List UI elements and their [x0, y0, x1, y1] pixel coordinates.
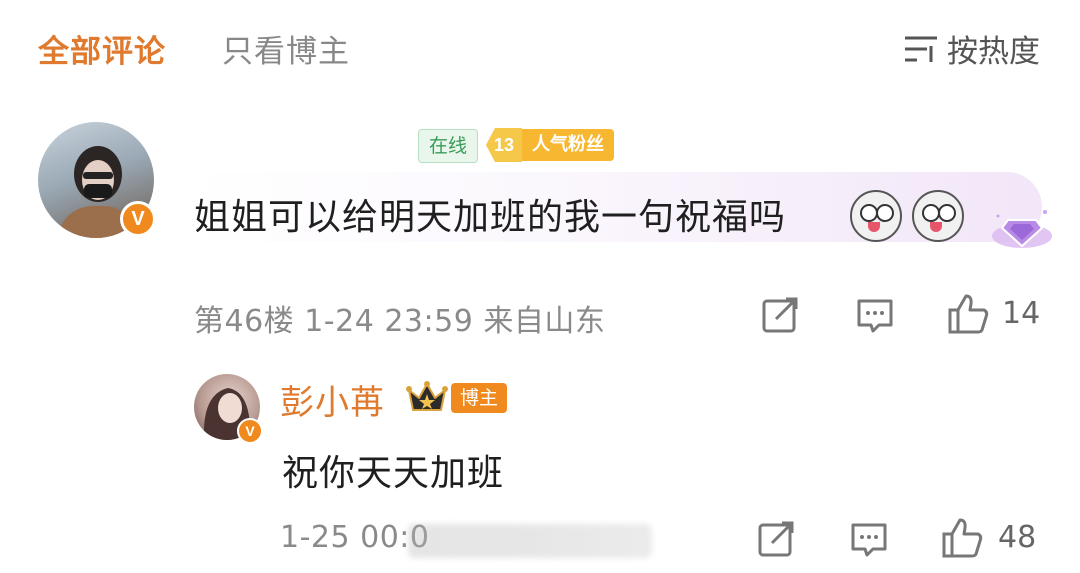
verified-badge-icon: V — [120, 201, 156, 237]
tab-owner-only[interactable]: 只看博主 — [222, 26, 350, 71]
like-thumb-icon[interactable] — [940, 516, 984, 560]
reply-like-count: 48 — [998, 520, 1037, 555]
owner-tag-badge: 博主 — [451, 383, 507, 413]
diamond-bubble-decoration-icon — [992, 210, 1052, 248]
comment-text: 姐姐可以给明天加班的我一句祝福吗 — [194, 197, 787, 238]
fan-level-badge: 13 人气粉丝 — [486, 128, 614, 162]
repost-icon[interactable] — [760, 295, 800, 335]
online-status-badge: 在线 — [418, 129, 478, 163]
blurred-overlay — [408, 524, 652, 558]
repost-icon[interactable] — [756, 519, 796, 559]
fan-label: 人气粉丝 — [522, 129, 614, 161]
comment-like-count: 14 — [1002, 296, 1041, 331]
reply-text: 祝你天天加班 — [282, 453, 505, 494]
sort-by-popularity-button[interactable]: 按热度 — [903, 26, 1040, 71]
husky-emoji-icon — [912, 190, 964, 242]
like-thumb-icon[interactable] — [946, 292, 990, 336]
husky-emoji-icon — [850, 190, 902, 242]
sort-lines-icon — [905, 36, 937, 62]
comment-icon[interactable] — [849, 519, 889, 559]
verified-badge-icon: V — [237, 418, 263, 444]
fan-level-number: 13 — [486, 128, 522, 162]
crown-icon — [406, 381, 448, 411]
reply-author-name[interactable]: 彭小苒 — [280, 375, 385, 424]
tab-all-comments[interactable]: 全部评论 — [38, 26, 166, 71]
sort-label: 按热度 — [947, 34, 1040, 70]
comment-meta: 第46楼 1-24 23:59 来自山东 — [194, 304, 606, 339]
comment-icon[interactable] — [855, 295, 895, 335]
